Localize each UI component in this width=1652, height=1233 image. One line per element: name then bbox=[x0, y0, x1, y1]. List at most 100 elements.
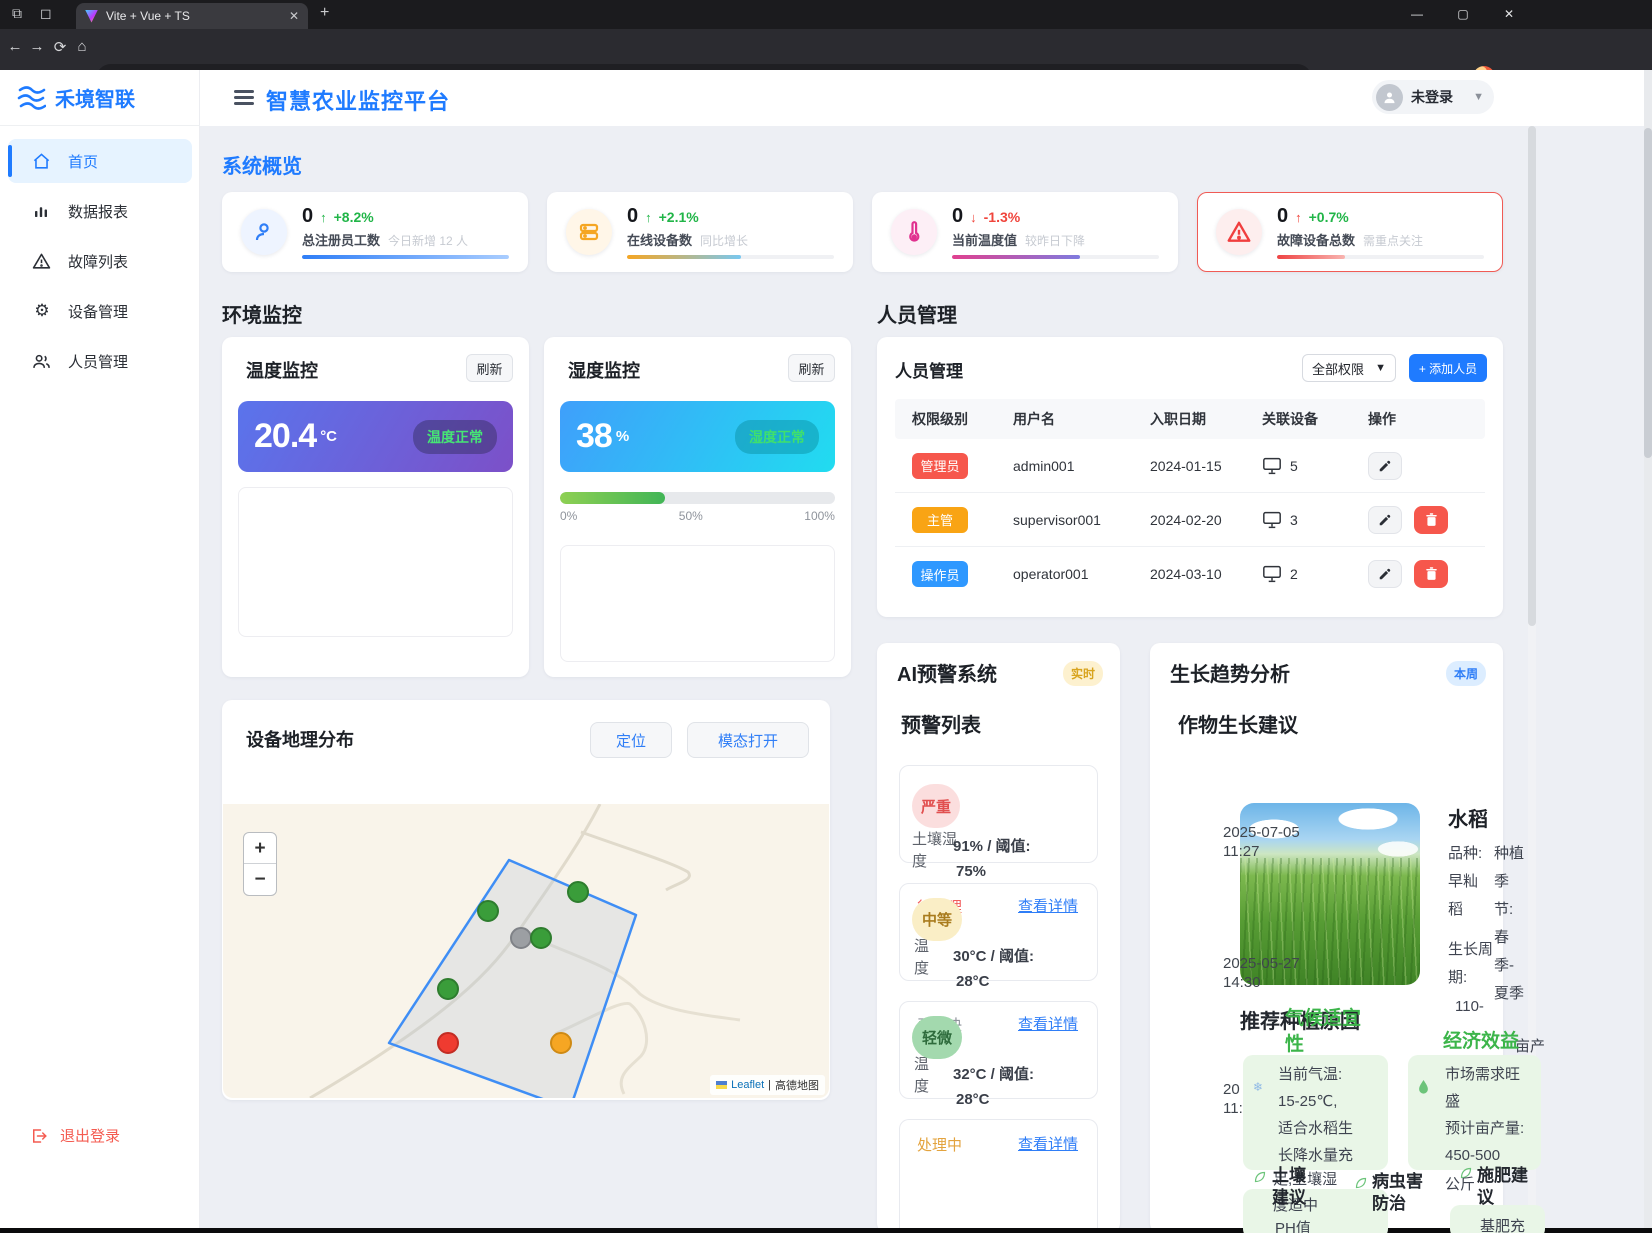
permission-filter-select[interactable]: 全部权限 ▼ bbox=[1302, 354, 1396, 382]
logout-button[interactable]: 退出登录 bbox=[30, 1125, 120, 1146]
sidebar-item-faults[interactable]: 故障列表 bbox=[8, 239, 192, 283]
device-marker[interactable] bbox=[510, 927, 532, 949]
person-stat-icon bbox=[241, 209, 287, 255]
leaf-icon bbox=[1460, 1167, 1472, 1179]
refresh-button[interactable]: 刷新 bbox=[788, 354, 835, 382]
tab-close-icon[interactable]: ✕ bbox=[289, 9, 299, 23]
home-icon[interactable]: ⌂ bbox=[71, 38, 93, 55]
stat-sublabel: 今日新增 12 人 bbox=[388, 232, 468, 249]
stat-sublabel: 需重点关注 bbox=[1363, 232, 1423, 249]
device-count: 5 bbox=[1290, 458, 1298, 474]
edit-button[interactable] bbox=[1368, 506, 1402, 534]
hamburger-menu-icon[interactable] bbox=[234, 90, 254, 105]
stat-progress-fill bbox=[302, 255, 509, 259]
sidebar-item-label: 首页 bbox=[68, 151, 98, 172]
humidity-status-badge: 湿度正常 bbox=[735, 420, 819, 454]
col-devices: 关联设备 bbox=[1245, 409, 1351, 429]
delete-button[interactable] bbox=[1414, 560, 1448, 588]
tab-title: Vite + Vue + TS bbox=[106, 9, 281, 23]
page-title: 智慧农业监控平台 bbox=[266, 84, 450, 116]
device-marker[interactable] bbox=[530, 927, 552, 949]
growth-analysis-card: 生长趋势分析 本周 作物生长建议 2025-07-0511:27 2025-05… bbox=[1150, 643, 1503, 1233]
scale-100: 100% bbox=[804, 509, 835, 523]
workspaces-icon[interactable]: ⧉ bbox=[12, 5, 22, 22]
scrollbar-thumb[interactable] bbox=[1644, 128, 1652, 458]
ai-card-title: AI预警系统 bbox=[897, 658, 997, 687]
logout-icon bbox=[30, 1127, 48, 1145]
view-detail-link[interactable]: 查看详情 bbox=[1018, 1133, 1078, 1154]
back-icon[interactable]: ← bbox=[4, 38, 26, 55]
refresh-icon[interactable]: ⟳ bbox=[49, 38, 71, 56]
stat-value: 0 bbox=[302, 205, 313, 228]
device-marker[interactable] bbox=[437, 1032, 459, 1054]
scrollbar-thumb[interactable] bbox=[1528, 126, 1536, 626]
alert-item: 处理中 查看详情 bbox=[899, 1119, 1098, 1233]
temperature-status-badge: 温度正常 bbox=[413, 420, 497, 454]
sidebar-item-personnel[interactable]: 人员管理 bbox=[8, 339, 192, 383]
window-maximize-button[interactable]: ▢ bbox=[1446, 2, 1480, 26]
humidity-progress-track bbox=[560, 492, 835, 504]
device-marker[interactable] bbox=[567, 881, 589, 903]
trash-icon bbox=[1425, 513, 1438, 527]
tab-actions-icon[interactable]: ◻ bbox=[40, 5, 52, 22]
device-marker[interactable] bbox=[437, 978, 459, 1000]
stat-card-temperature: 0 ↓ -1.3% 当前温度值 较昨日下降 bbox=[872, 192, 1178, 272]
leaflet-link[interactable]: Leaflet bbox=[731, 1079, 764, 1091]
users-icon bbox=[32, 352, 52, 371]
map-provider-link[interactable]: 高德地图 bbox=[775, 1077, 819, 1093]
add-person-button[interactable]: + 添加人员 bbox=[1409, 354, 1487, 382]
temperature-unit: °C bbox=[320, 428, 337, 445]
severity-badge: 中等 bbox=[912, 898, 962, 941]
alert-item: 严重 土壤湿度 91% / 阈值: 75% bbox=[899, 765, 1098, 863]
browser-tab[interactable]: Vite + Vue + TS ✕ bbox=[76, 3, 308, 29]
server-stat-icon bbox=[566, 209, 612, 255]
edit-button[interactable] bbox=[1368, 452, 1402, 480]
new-tab-button[interactable]: + bbox=[320, 4, 329, 22]
logo: 禾境智联 bbox=[0, 70, 200, 126]
sidebar-item-devices[interactable]: ⚙ 设备管理 bbox=[8, 289, 192, 333]
col-actions: 操作 bbox=[1351, 409, 1485, 429]
alert-metric: 温度 bbox=[914, 936, 936, 980]
personnel-card: 人员管理 全部权限 ▼ + 添加人员 权限级别 用户名 入职日期 关联设备 操作… bbox=[877, 337, 1503, 617]
photo-timestamp: 2025-07-0511:27 bbox=[1223, 823, 1300, 861]
alert-value: 91% / 阈值: bbox=[953, 834, 1031, 859]
stat-card-devices: 0 ↑ +2.1% 在线设备数 同比增长 bbox=[547, 192, 853, 272]
open-modal-button[interactable]: 模态打开 bbox=[687, 722, 809, 758]
user-menu[interactable]: 未登录 ▼ bbox=[1372, 80, 1494, 114]
stat-sublabel: 较昨日下降 bbox=[1025, 232, 1085, 249]
trend-percent: +8.2% bbox=[334, 209, 374, 225]
humidity-progress-fill bbox=[560, 492, 665, 504]
severity-badge: 严重 bbox=[912, 784, 960, 828]
device-marker[interactable] bbox=[477, 900, 499, 922]
zoom-in-button[interactable]: + bbox=[244, 833, 276, 864]
trend-arrow-icon: ↑ bbox=[320, 210, 327, 225]
device-count: 2 bbox=[1290, 566, 1298, 582]
delete-button[interactable] bbox=[1414, 506, 1448, 534]
view-detail-link[interactable]: 查看详情 bbox=[1018, 1013, 1078, 1034]
user-avatar bbox=[1376, 84, 1403, 111]
stat-progress-fill bbox=[627, 255, 741, 259]
page-scrollbar[interactable] bbox=[1644, 70, 1652, 1228]
refresh-button[interactable]: 刷新 bbox=[466, 354, 513, 382]
alert-threshold: 75% bbox=[956, 859, 986, 884]
view-detail-link[interactable]: 查看详情 bbox=[1018, 895, 1078, 916]
date-cell: 2024-03-10 bbox=[1133, 566, 1245, 582]
sidebar-item-home[interactable]: 首页 bbox=[8, 139, 192, 183]
sidebar-item-reports[interactable]: 数据报表 bbox=[8, 189, 192, 233]
trend-percent: -1.3% bbox=[984, 209, 1021, 225]
pest-title: 病虫害防治 bbox=[1372, 1171, 1423, 1215]
browser-toolbar: ← → ⟳ ⌂ i localhost:5173/dashboard ☆ ⧈ ☆… bbox=[0, 29, 1652, 70]
edit-button[interactable] bbox=[1368, 560, 1402, 588]
sidebar: 禾境智联 首页 数据报表 故障列表 ⚙ 设备管理 bbox=[0, 70, 200, 1228]
stat-label: 总注册员工数 bbox=[302, 230, 380, 249]
col-username: 用户名 bbox=[996, 409, 1133, 429]
locate-button[interactable]: 定位 bbox=[590, 722, 672, 758]
window-minimize-button[interactable]: — bbox=[1400, 2, 1434, 26]
crop-name: 水稻 bbox=[1448, 803, 1488, 832]
alert-metric: 温度 bbox=[914, 1054, 936, 1098]
window-close-button[interactable]: ✕ bbox=[1492, 2, 1526, 26]
device-marker[interactable] bbox=[550, 1032, 572, 1054]
zoom-out-button[interactable]: − bbox=[244, 864, 276, 895]
forward-icon[interactable]: → bbox=[26, 38, 48, 55]
leaflet-map[interactable]: + − Leaflet | 高德地图 bbox=[223, 804, 829, 1098]
